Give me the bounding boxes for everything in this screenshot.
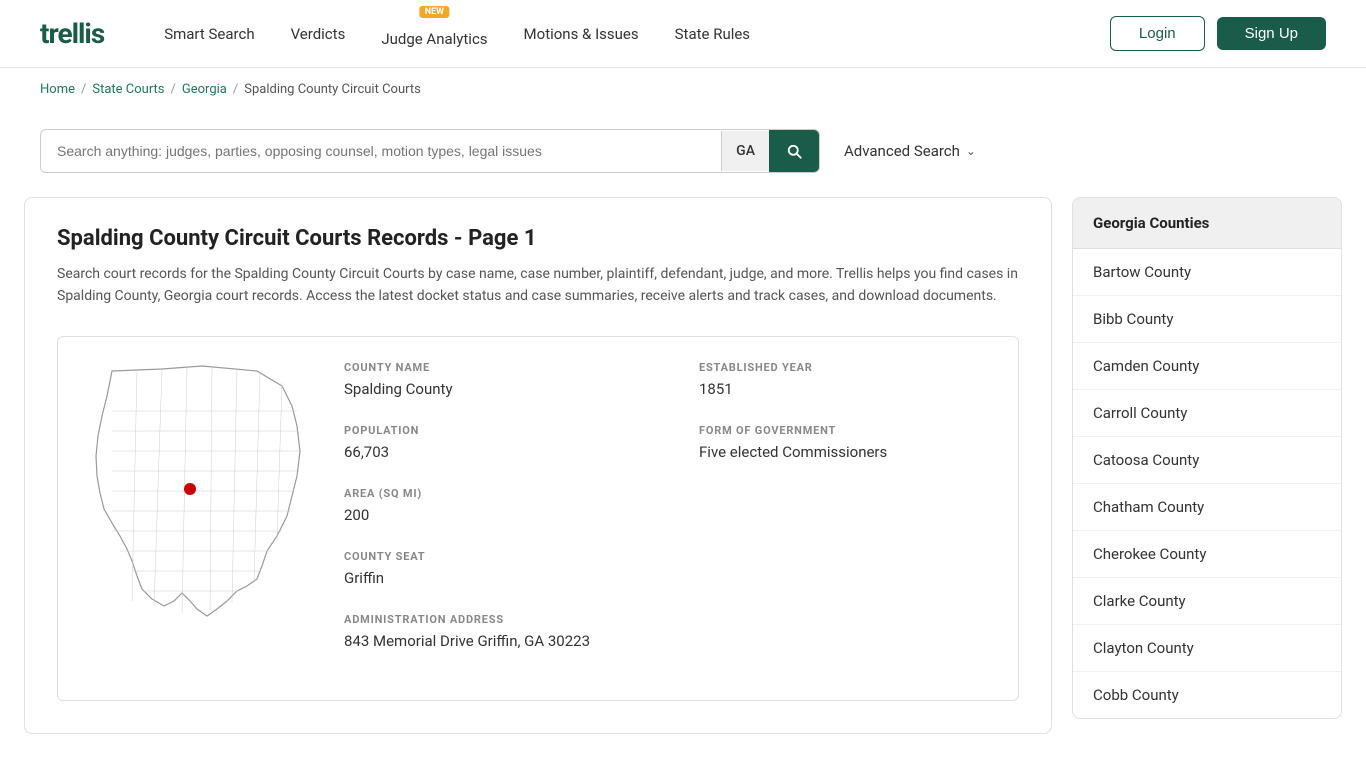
sidebar-item-bibb[interactable]: Bibb County: [1073, 296, 1341, 343]
sidebar-item-catoosa[interactable]: Catoosa County: [1073, 437, 1341, 484]
area-label: AREA (SQ MI): [344, 487, 639, 500]
form-of-govt-field: FORM OF GOVERNMENT Five elected Commissi…: [699, 424, 994, 461]
breadcrumb-current: Spalding County Circuit Courts: [244, 82, 421, 97]
county-name-label: COUNTY NAME: [344, 361, 639, 374]
sidebar-header: Georgia Counties: [1073, 198, 1341, 249]
established-year-field: ESTABLISHED YEAR 1851: [699, 361, 994, 398]
info-col-left: COUNTY NAME Spalding County POPULATION 6…: [344, 361, 639, 676]
breadcrumb-sep-2: /: [171, 82, 176, 97]
chevron-down-icon: ⌄: [966, 144, 976, 158]
county-seat-label: COUNTY SEAT: [344, 550, 639, 563]
county-seat-field: COUNTY SEAT Griffin: [344, 550, 639, 587]
advanced-search[interactable]: Advanced Search ⌄: [844, 142, 976, 160]
nav-verdicts[interactable]: Verdicts: [291, 25, 346, 43]
sidebar-item-carroll[interactable]: Carroll County: [1073, 390, 1341, 437]
sidebar-item-clayton[interactable]: Clayton County: [1073, 625, 1341, 672]
sidebar-item-cobb[interactable]: Cobb County: [1073, 672, 1341, 718]
established-year-label: ESTABLISHED YEAR: [699, 361, 994, 374]
sidebar-item-chatham[interactable]: Chatham County: [1073, 484, 1341, 531]
breadcrumb-sep-1: /: [81, 82, 86, 97]
search-icon: [785, 142, 803, 160]
logo[interactable]: trellis: [40, 17, 104, 50]
population-label: POPULATION: [344, 424, 639, 437]
search-input[interactable]: [41, 131, 721, 171]
area-value: 200: [344, 506, 639, 524]
nav-judge-analytics[interactable]: NEW Judge Analytics: [381, 20, 487, 48]
breadcrumb-state[interactable]: Georgia: [182, 82, 227, 97]
established-year-value: 1851: [699, 380, 994, 398]
search-state-code: GA: [721, 131, 769, 171]
form-of-govt-value: Five elected Commissioners: [699, 443, 994, 461]
population-field: POPULATION 66,703: [344, 424, 639, 461]
county-name-value: Spalding County: [344, 380, 639, 398]
main-nav: Smart Search Verdicts NEW Judge Analytic…: [164, 20, 750, 48]
sidebar-item-bartow[interactable]: Bartow County: [1073, 249, 1341, 296]
admin-address-label: ADMINISTRATION ADDRESS: [344, 613, 639, 626]
breadcrumb: Home / State Courts / Georgia / Spalding…: [0, 68, 1366, 111]
nav-motions-issues[interactable]: Motions & Issues: [524, 25, 639, 43]
form-of-govt-label: FORM OF GOVERNMENT: [699, 424, 994, 437]
admin-address-field: ADMINISTRATION ADDRESS 843 Memorial Driv…: [344, 613, 639, 650]
breadcrumb-state-courts[interactable]: State Courts: [92, 82, 164, 97]
main-layout: Spalding County Circuit Courts Records -…: [0, 197, 1366, 734]
signup-button[interactable]: Sign Up: [1217, 17, 1326, 50]
georgia-map: [82, 361, 312, 621]
sidebar-item-clarke[interactable]: Clarke County: [1073, 578, 1341, 625]
map-container: [82, 361, 312, 625]
breadcrumb-home[interactable]: Home: [40, 82, 75, 97]
advanced-search-label: Advanced Search: [844, 142, 960, 160]
sidebar-item-camden[interactable]: Camden County: [1073, 343, 1341, 390]
new-badge: NEW: [420, 6, 449, 18]
header: trellis Smart Search Verdicts NEW Judge …: [0, 0, 1366, 68]
sidebar: Georgia Counties Bartow County Bibb Coun…: [1072, 197, 1342, 719]
area-field: AREA (SQ MI) 200: [344, 487, 639, 524]
county-name-field: COUNTY NAME Spalding County: [344, 361, 639, 398]
sidebar-item-cherokee[interactable]: Cherokee County: [1073, 531, 1341, 578]
page-title: Spalding County Circuit Courts Records -…: [57, 226, 1019, 251]
header-right: Login Sign Up: [1110, 16, 1326, 51]
info-col-right: ESTABLISHED YEAR 1851 FORM OF GOVERNMENT…: [699, 361, 994, 676]
county-info: COUNTY NAME Spalding County POPULATION 6…: [57, 336, 1019, 701]
page-description: Search court records for the Spalding Co…: [57, 263, 1019, 308]
login-button[interactable]: Login: [1110, 16, 1205, 51]
nav-state-rules[interactable]: State Rules: [675, 25, 750, 43]
search-button[interactable]: [769, 130, 819, 172]
population-value: 66,703: [344, 443, 639, 461]
header-left: trellis Smart Search Verdicts NEW Judge …: [40, 17, 750, 50]
county-seat-value: Griffin: [344, 569, 639, 587]
search-section: GA Advanced Search ⌄: [0, 111, 1366, 197]
admin-address-value: 843 Memorial Drive Griffin, GA 30223: [344, 632, 639, 650]
content-card: Spalding County Circuit Courts Records -…: [24, 197, 1052, 734]
nav-smart-search[interactable]: Smart Search: [164, 25, 254, 43]
search-wrapper: GA: [40, 129, 820, 173]
breadcrumb-sep-3: /: [233, 82, 238, 97]
info-columns: COUNTY NAME Spalding County POPULATION 6…: [344, 361, 994, 676]
